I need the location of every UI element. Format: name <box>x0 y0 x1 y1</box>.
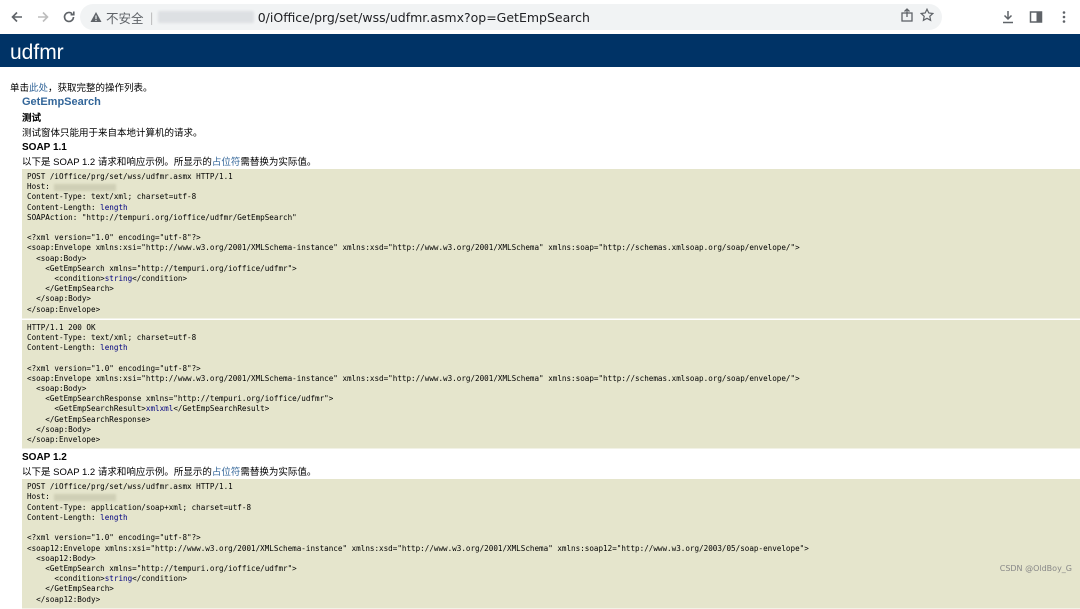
code-line: </condition> <box>132 274 188 284</box>
placeholder-value: length <box>100 343 128 353</box>
page-header: udfmr <box>0 34 1080 67</box>
code-line: Content-Type: text/xml; charset=utf-8 <box>27 192 197 202</box>
code-line: </soap:Body> <box>27 424 92 434</box>
code-line: <?xml version="1.0" encoding="utf-8"?> <box>27 363 201 373</box>
intro-text: 单击此处，获取完整的操作列表。 <box>10 80 1080 94</box>
bookmark-star-icon[interactable] <box>919 7 935 26</box>
placeholder-link[interactable]: 占位符 <box>212 157 241 168</box>
placeholder-link[interactable]: 占位符 <box>212 467 241 478</box>
page-content: 单击此处，获取完整的操作列表。 GetEmpSearch 测试 测试窗体只能用于… <box>0 67 1080 609</box>
code-line: <soap12:Envelope xmlns:xsi="http://www.w… <box>27 543 809 553</box>
operation-name: GetEmpSearch <box>22 96 101 108</box>
code-line: <condition> <box>27 574 105 584</box>
desc-prefix: 以下是 SOAP 1.2 请求和响应示例。所显示的 <box>22 467 212 479</box>
code-line: <GetEmpSearch xmlns="http://tempuri.org/… <box>27 563 297 573</box>
code-line: Content-Length: <box>27 343 101 353</box>
code-line: <GetEmpSearchResult> <box>27 404 146 414</box>
back-icon[interactable] <box>4 4 30 30</box>
share-icon[interactable] <box>900 8 914 26</box>
toolbar-actions <box>998 4 1074 30</box>
code-line: Content-Type: application/soap+xml; char… <box>27 502 252 512</box>
code-line: </soap:Envelope> <box>27 435 101 445</box>
insecure-label[interactable]: 不安全 <box>106 8 144 27</box>
placeholder-value: xmlxml <box>145 404 174 414</box>
code-line: <?xml version="1.0" encoding="utf-8"?> <box>27 533 201 543</box>
url-text[interactable]: 0/iOffice/prg/set/wss/udfmr.asmx?op=GetE… <box>258 10 590 25</box>
reload-icon[interactable] <box>56 4 82 30</box>
forward-icon[interactable] <box>30 4 56 30</box>
code-line: <soap:Envelope xmlns:xsi="http://www.w3.… <box>27 373 800 383</box>
desc-suffix: 需替换为实际值。 <box>240 157 317 168</box>
address-bar[interactable]: 不安全 | 0/iOffice/prg/set/wss/udfmr.asmx?o… <box>80 4 942 30</box>
desc-suffix: 需替换为实际值。 <box>240 467 317 479</box>
code-line: <soap:Body> <box>27 384 87 394</box>
placeholder-value: string <box>104 274 133 284</box>
code-line: </GetEmpSearchResponse> <box>27 414 151 424</box>
placeholder-value: length <box>100 202 128 212</box>
code-line: <soap12:Body> <box>27 553 96 563</box>
intro-prefix: 单击 <box>10 83 30 94</box>
code-line: Host: <box>27 182 55 192</box>
code-line: <condition> <box>27 274 105 284</box>
code-line: Content-Length: <box>27 202 101 212</box>
omnibox-actions <box>900 4 942 30</box>
placeholder-value: string <box>104 574 133 584</box>
code-line: Content-Length: <box>27 512 101 522</box>
warning-icon[interactable] <box>90 11 102 23</box>
watermark: CSDN @OldBoy_G <box>999 564 1072 573</box>
desc-prefix: 以下是 SOAP 1.2 请求和响应示例。所显示的 <box>22 157 212 168</box>
code-line: </condition> <box>132 574 188 584</box>
test-heading: 测试 <box>22 113 42 124</box>
code-line: </GetEmpSearch> <box>27 284 114 294</box>
code-line: HTTP/1.1 200 OK <box>27 322 96 332</box>
code-line: Host: <box>27 492 55 502</box>
soap12-request-block: POST /iOffice/prg/set/wss/udfmr.asmx HTT… <box>22 479 1080 609</box>
redacted-host <box>157 11 254 23</box>
soap12-heading: SOAP 1.2 <box>22 452 67 464</box>
operation-list-link[interactable]: 此处 <box>29 83 48 94</box>
soap11-request-block: POST /iOffice/prg/set/wss/udfmr.asmx HTT… <box>22 169 1080 319</box>
code-line: <GetEmpSearch xmlns="http://tempuri.org/… <box>27 263 297 273</box>
code-line: </soap:Body> <box>27 294 92 304</box>
code-line: SOAPAction: "http://tempuri.org/ioffice/… <box>27 212 297 222</box>
code-line: <soap:Envelope xmlns:xsi="http://www.w3.… <box>27 243 800 253</box>
code-line: POST /iOffice/prg/set/wss/udfmr.asmx HTT… <box>27 172 233 181</box>
redacted-host <box>54 493 117 501</box>
soap11-response-block: HTTP/1.1 200 OK Content-Type: text/xml; … <box>22 319 1080 450</box>
menu-icon[interactable] <box>1054 7 1074 27</box>
intro-suffix: ，获取完整的操作列表。 <box>48 83 153 94</box>
divider: | <box>149 9 154 25</box>
download-icon[interactable] <box>998 7 1018 27</box>
code-line: <?xml version="1.0" encoding="utf-8"?> <box>27 233 201 243</box>
code-line: <GetEmpSearchResponse xmlns="http://temp… <box>27 394 334 404</box>
test-note: 测试窗体只能用于来自本地计算机的请求。 <box>22 128 203 139</box>
soap11-heading: SOAP 1.1 <box>22 142 67 153</box>
page-title: udfmr <box>10 41 64 64</box>
soap12-description: 以下是 SOAP 1.2 请求和响应示例。所显示的占位符需替换为实际值。 <box>22 464 1080 478</box>
code-line: </soap:Envelope> <box>27 304 101 314</box>
code-line: POST /iOffice/prg/set/wss/udfmr.asmx HTT… <box>27 482 233 492</box>
code-line: </GetEmpSearch> <box>27 584 114 594</box>
code-line: Content-Type: text/xml; charset=utf-8 <box>27 333 197 343</box>
side-panel-icon[interactable] <box>1026 7 1046 27</box>
code-line: </soap12:Body> <box>27 594 101 604</box>
placeholder-value: length <box>100 512 128 522</box>
code-line: <soap:Body> <box>27 253 87 263</box>
browser-toolbar: 不安全 | 0/iOffice/prg/set/wss/udfmr.asmx?o… <box>0 0 1080 35</box>
code-line: </GetEmpSearchResult> <box>173 404 270 414</box>
redacted-host <box>54 183 117 191</box>
soap11-description: 以下是 SOAP 1.2 请求和响应示例。所显示的占位符需替换为实际值。 <box>22 154 1080 168</box>
